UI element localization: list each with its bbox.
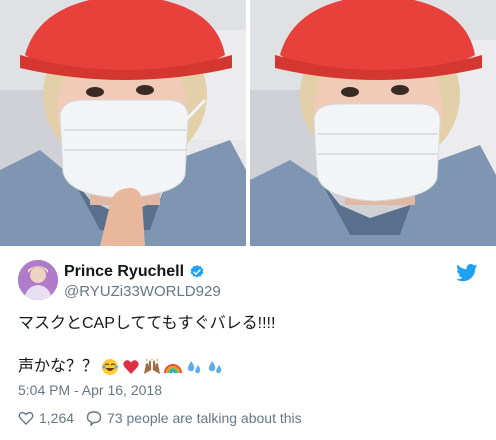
tweet-author: Prince Ryuchell @RYUZi33WORLD929	[18, 260, 478, 302]
photo-selfie-right	[250, 0, 496, 246]
tweet-text-line2-row: 声かな？？	[18, 357, 224, 377]
author-names: Prince Ryuchell @RYUZi33WORLD929	[64, 262, 221, 300]
avatar[interactable]	[18, 260, 58, 300]
avatar-image	[18, 260, 58, 300]
verified-badge-icon	[189, 264, 205, 280]
tweet-timestamp[interactable]: 5:04 PM - Apr 16, 2018	[18, 382, 162, 398]
twitter-bird-icon[interactable]	[456, 264, 478, 282]
rainbow-icon	[164, 358, 183, 376]
face-with-tears-of-joy-icon	[101, 358, 119, 376]
talking-count[interactable]: 73 people are talking about this	[107, 410, 302, 426]
display-name[interactable]: Prince Ryuchell	[64, 263, 184, 281]
user-handle[interactable]: @RYUZi33WORLD929	[64, 283, 221, 300]
photo-selfie-left	[0, 0, 246, 246]
tweet-text-line2: 声かな？？	[18, 358, 99, 375]
tweet-footer: 1,264 73 people are talking about this	[18, 410, 302, 427]
tweet-photo-right[interactable]	[250, 0, 496, 246]
heart-outline-icon[interactable]	[18, 410, 34, 426]
sweat-droplets-icon	[206, 358, 224, 376]
tweet-photos	[0, 0, 496, 246]
speech-bubble-icon[interactable]	[86, 410, 102, 427]
red-heart-icon	[122, 358, 140, 376]
tweet-photo-left[interactable]	[0, 0, 246, 246]
like-count[interactable]: 1,264	[39, 410, 74, 426]
raising-hands-icon	[143, 358, 161, 376]
sweat-droplets-icon	[185, 358, 203, 376]
tweet-text-line1: マスクとCAPしててもすぐバレる!!!!	[18, 315, 276, 332]
